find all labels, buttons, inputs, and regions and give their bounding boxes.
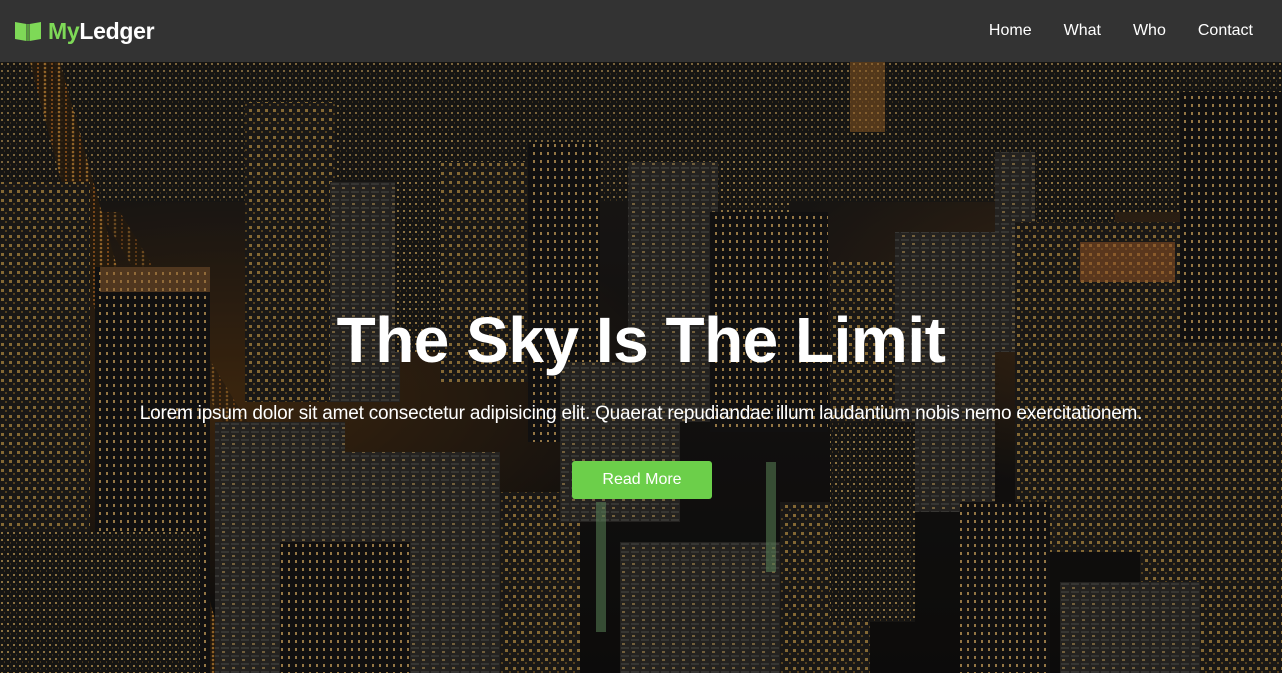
brand-logo-link[interactable]: MyLedger — [14, 17, 155, 44]
hero-section: The Sky Is The Limit Lorem ipsum dolor s… — [0, 62, 1282, 673]
nav-link-home[interactable]: Home — [973, 14, 1048, 48]
nav-link-what[interactable]: What — [1048, 14, 1117, 48]
brand-name: MyLedger — [48, 17, 155, 44]
read-more-button[interactable]: Read More — [572, 461, 712, 499]
nav-links: Home What Who Contact — [973, 14, 1268, 48]
navbar: MyLedger Home What Who Contact — [0, 0, 1282, 62]
hero-content: The Sky Is The Limit Lorem ipsum dolor s… — [0, 62, 1282, 673]
nav-link-who[interactable]: Who — [1117, 14, 1182, 48]
hero-text: Lorem ipsum dolor sit amet consectetur a… — [139, 403, 1143, 424]
nav-link-contact[interactable]: Contact — [1182, 14, 1268, 48]
brand-name-my: My — [48, 17, 80, 44]
brand-name-ledger: Ledger — [79, 17, 155, 44]
hero-title: The Sky Is The Limit — [336, 304, 946, 376]
open-book-icon — [15, 22, 41, 41]
